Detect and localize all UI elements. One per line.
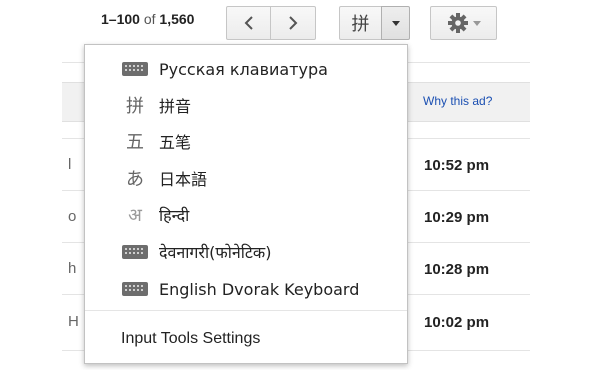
input-tools-menu: Русская клавиатура 拼 拼音 五 五笔 あ 日本語 अ हिन…	[84, 44, 408, 364]
menu-item-hindi[interactable]: अ हिन्दी	[85, 197, 407, 233]
menu-item-label: 五笔	[159, 133, 192, 152]
menu-item-label: हिन्दी	[159, 206, 190, 225]
keyboard-icon	[122, 282, 148, 296]
pager-of: of	[143, 11, 156, 27]
pinyin-ime-icon: 拼	[351, 14, 370, 35]
email-time: 10:28 pm	[424, 261, 490, 278]
chevron-right-icon	[289, 16, 298, 30]
menu-item-pinyin[interactable]: 拼 拼音	[85, 87, 407, 123]
hiragana-icon: あ	[126, 169, 144, 190]
settings-button[interactable]	[430, 6, 497, 40]
settings-chevron-down-icon	[472, 20, 481, 26]
pagination-info: 1–100 of 1,560	[101, 11, 194, 27]
keyboard-icon	[122, 62, 148, 76]
total-count: 1,560	[159, 11, 195, 27]
menu-item-japanese[interactable]: あ 日本語	[85, 160, 407, 196]
chevron-left-icon	[244, 16, 253, 30]
older-button[interactable]	[270, 6, 316, 40]
menu-item-label: Русская клавиатура	[159, 59, 328, 79]
menu-divider	[85, 310, 407, 311]
menu-item-russian-keyboard[interactable]: Русская клавиатура	[85, 51, 407, 87]
why-this-ad-link[interactable]: Why this ad?	[423, 94, 492, 108]
devanagari-icon: अ	[128, 205, 142, 226]
menu-item-label: देवनागरी(फोनेटिक)	[159, 243, 272, 262]
keyboard-icon	[122, 245, 148, 259]
menu-item-english-dvorak[interactable]: English Dvorak Keyboard	[85, 271, 407, 307]
page-range: 1–100	[101, 11, 140, 27]
menu-item-wubi[interactable]: 五 五笔	[85, 123, 407, 159]
input-tools-settings-item[interactable]: Input Tools Settings	[121, 330, 260, 348]
email-time: 10:52 pm	[424, 157, 490, 174]
input-tool-button[interactable]: 拼	[339, 6, 382, 40]
email-time: 10:29 pm	[424, 209, 490, 226]
row-text-fragment: H	[68, 313, 79, 330]
input-tools-dropdown-button[interactable]	[381, 6, 410, 40]
pinyin-icon: 拼	[126, 96, 144, 117]
gear-icon	[447, 13, 468, 33]
row-text-fragment: o	[68, 208, 77, 225]
menu-item-devanagari-phonetic[interactable]: देवनागरी(फोनेटिक)	[85, 234, 407, 270]
row-text-fragment: h	[68, 260, 77, 277]
email-time: 10:02 pm	[424, 314, 490, 331]
newer-button[interactable]	[226, 6, 271, 40]
menu-item-label: English Dvorak Keyboard	[159, 279, 360, 299]
menu-item-label: 日本語	[159, 170, 208, 189]
row-text-fragment: l	[68, 156, 72, 173]
wubi-icon: 五	[126, 132, 144, 153]
chevron-down-icon	[391, 20, 400, 26]
menu-item-label: 拼音	[159, 97, 192, 116]
